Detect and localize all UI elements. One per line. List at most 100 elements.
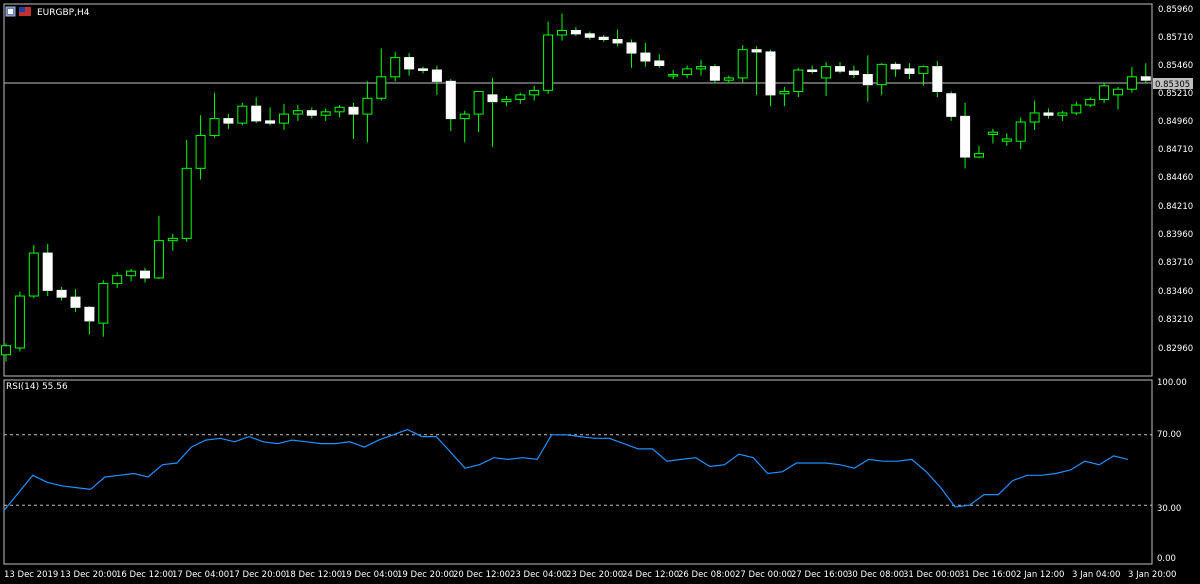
time-label: 26 Dec 08:00 bbox=[678, 570, 735, 580]
candle bbox=[932, 60, 943, 98]
candle bbox=[362, 81, 373, 143]
candle-body bbox=[557, 29, 567, 36]
candle bbox=[1029, 100, 1040, 130]
candle-body bbox=[320, 111, 331, 116]
candle bbox=[1140, 63, 1151, 84]
candle-body bbox=[1126, 76, 1137, 90]
candle-body bbox=[987, 131, 998, 135]
candle-body bbox=[1001, 138, 1012, 142]
candle-body bbox=[279, 113, 289, 124]
candle-body bbox=[306, 110, 317, 116]
candle bbox=[960, 102, 971, 169]
time-label: 31 Dec 16:00 bbox=[959, 570, 1016, 580]
candle bbox=[487, 77, 498, 147]
candle bbox=[1043, 108, 1054, 119]
candle bbox=[751, 46, 762, 95]
price-label: 0.85460 bbox=[1158, 61, 1193, 71]
candle bbox=[821, 62, 832, 97]
price-label: 0.84460 bbox=[1158, 173, 1193, 183]
candle-body bbox=[1071, 104, 1082, 114]
candle-body bbox=[612, 39, 623, 44]
candle bbox=[737, 45, 748, 83]
candle bbox=[14, 291, 25, 352]
candle-body bbox=[570, 29, 581, 35]
candle bbox=[320, 108, 331, 121]
candle-body bbox=[890, 63, 901, 70]
candle-body bbox=[404, 57, 415, 70]
price-label: 0.83210 bbox=[1158, 315, 1193, 325]
rsi-panel-frame bbox=[3, 379, 1153, 565]
candle-body bbox=[473, 90, 484, 115]
candle bbox=[390, 51, 401, 82]
price-axis: 0.85960 0.85710 0.85460 0.85210 0.84960 … bbox=[1158, 5, 1193, 354]
candle-body bbox=[1099, 85, 1110, 100]
candle-body bbox=[946, 93, 957, 117]
candle bbox=[668, 70, 679, 80]
candle bbox=[70, 289, 81, 312]
candle bbox=[904, 63, 915, 80]
rsi-axis: 100.00 70.00 30.00 0.00 bbox=[1157, 378, 1187, 564]
candle-body bbox=[696, 66, 706, 70]
candle bbox=[946, 91, 957, 121]
candle-body bbox=[821, 66, 832, 79]
candle-body bbox=[974, 153, 984, 158]
candle bbox=[431, 65, 442, 95]
candle bbox=[306, 107, 317, 119]
candle-body bbox=[765, 51, 776, 96]
candle-body bbox=[640, 52, 651, 62]
rsi-label: RSI(14) 55.56 bbox=[6, 382, 68, 392]
candle-body bbox=[779, 90, 790, 95]
price-label: 0.85210 bbox=[1158, 89, 1193, 99]
chart-window-icon bbox=[5, 6, 16, 17]
candle-body bbox=[1, 345, 11, 356]
candle-body bbox=[598, 36, 609, 41]
candle bbox=[890, 62, 901, 77]
candle bbox=[570, 27, 581, 37]
candle-body bbox=[876, 63, 887, 86]
candle bbox=[473, 90, 484, 133]
time-label: 16 Dec 12:00 bbox=[116, 570, 173, 580]
price-label: 0.83960 bbox=[1158, 230, 1193, 240]
candle-body bbox=[223, 118, 234, 124]
candle-body bbox=[362, 97, 373, 115]
price-label: 0.82960 bbox=[1158, 344, 1193, 354]
chart-area[interactable]: EURGBP,H4 RSI(14) 55.56 0.85960 0.85710 … bbox=[0, 0, 1200, 584]
time-label: 20 Dec 12:00 bbox=[453, 570, 510, 580]
candle-body bbox=[348, 106, 359, 115]
candle-body bbox=[1057, 112, 1068, 116]
candle bbox=[195, 115, 206, 180]
candle-body bbox=[709, 66, 720, 81]
candle-body bbox=[98, 283, 109, 324]
candle bbox=[28, 245, 39, 299]
time-label: 13 Dec 20:00 bbox=[60, 570, 117, 580]
candle bbox=[334, 105, 345, 118]
price-label: 0.83460 bbox=[1158, 287, 1193, 297]
candle bbox=[459, 110, 470, 143]
candle bbox=[682, 65, 693, 78]
candle-body bbox=[723, 77, 734, 81]
candle-body bbox=[862, 74, 873, 86]
candle bbox=[1126, 66, 1137, 93]
rsi-line bbox=[3, 428, 1129, 511]
time-label: 23 Dec 20:00 bbox=[566, 570, 623, 580]
time-label: 31 Dec 00:00 bbox=[903, 570, 960, 580]
candle-body bbox=[28, 252, 39, 297]
candle bbox=[153, 215, 164, 280]
candle bbox=[974, 145, 984, 159]
candle-body bbox=[835, 66, 845, 72]
candle-body bbox=[807, 69, 818, 73]
candle-body bbox=[1043, 112, 1054, 116]
candle-body bbox=[1085, 98, 1096, 106]
candle-body bbox=[904, 68, 915, 74]
candle-body bbox=[682, 68, 693, 76]
candle bbox=[765, 49, 776, 107]
candle bbox=[779, 86, 790, 107]
candle bbox=[279, 103, 289, 130]
candle bbox=[612, 29, 623, 47]
candle bbox=[126, 268, 137, 282]
candle bbox=[181, 140, 192, 242]
candle bbox=[1001, 133, 1012, 146]
candle bbox=[654, 54, 665, 68]
candle-body bbox=[584, 33, 595, 38]
symbol-label: EURGBP,H4 bbox=[37, 8, 90, 18]
